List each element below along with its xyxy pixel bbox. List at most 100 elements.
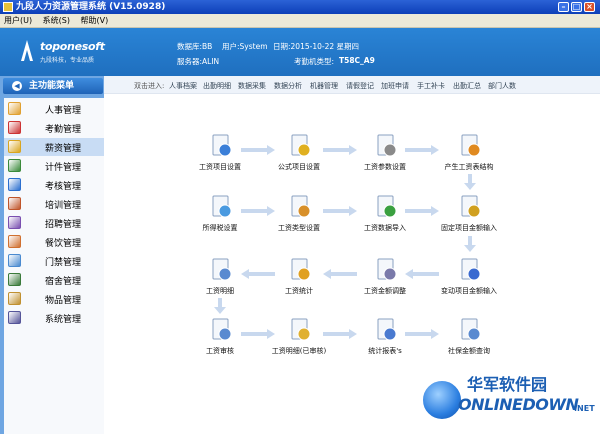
sidebar-item-1[interactable]: 人事管理 (4, 100, 104, 118)
report-search-icon (377, 318, 397, 341)
watermark: 华军软件园 ONLINEDOWN .NET (418, 367, 600, 434)
window-title: 九段人力资源管理系统 (V15.0928) (16, 2, 166, 12)
pencil-note-icon (291, 134, 311, 157)
flow-node-label: 公式项目设置 (278, 163, 320, 171)
flow-arrow-12 (214, 298, 226, 314)
flow-node-label: 工资类型设置 (278, 224, 320, 232)
sidebar-item-8[interactable]: 餐饮管理 (4, 233, 104, 251)
flow-arrow-2 (323, 145, 357, 155)
person-card-icon (291, 195, 311, 218)
flow-node-8[interactable]: 固定项目金额输入 (429, 194, 509, 238)
folder-search-icon (291, 318, 311, 341)
flow-node-label: 社保金额查询 (448, 347, 490, 355)
sidebar-item-label: 招聘管理 (45, 220, 82, 230)
sidebar-item-label: 餐饮管理 (45, 239, 82, 249)
flow-node-label: 工资参数设置 (364, 163, 406, 171)
flow-arrow-11 (405, 269, 439, 279)
flow-arrow-6 (323, 206, 357, 216)
flow-arrow-5 (241, 206, 275, 216)
sidebar-item-label: 宿舍管理 (45, 277, 82, 287)
goods-icon (8, 292, 21, 305)
flow-arrow-14 (323, 329, 357, 339)
app-icon (3, 2, 13, 12)
flow-node-label: 变动项目金额输入 (441, 287, 497, 295)
logo-slogan: 九段科技，专业品质 (40, 57, 95, 64)
sidebar-title: 主功能菜单 (29, 81, 75, 91)
training-icon (8, 197, 21, 210)
flow-node-7[interactable]: 工资数据导入 (345, 194, 425, 238)
people-icon (8, 102, 21, 115)
watermark-cn: 华军软件园 (467, 375, 548, 394)
abc-book-icon (212, 134, 232, 157)
flow-node-10[interactable]: 工资统计 (259, 257, 339, 301)
sidebar-item-label: 培训管理 (45, 201, 82, 211)
watermark-logo-icon (421, 379, 463, 421)
sidebar-header[interactable]: ◀ 主功能菜单 (3, 78, 103, 94)
watermark-en: ONLINEDOWN (458, 395, 579, 414)
sidebar-item-label: 薪资管理 (45, 144, 82, 154)
sidebar-item-label: 考核管理 (45, 182, 82, 192)
flow-arrow-10 (323, 269, 357, 279)
minimize-icon[interactable]: – (558, 2, 569, 12)
flow-node-9[interactable]: 工资明细 (180, 257, 260, 301)
sidebar-item-3[interactable]: 薪资管理 (4, 138, 104, 156)
flow-node-1[interactable]: 工资项目设置 (180, 133, 260, 177)
close-icon[interactable]: × (584, 2, 595, 12)
door-icon (8, 254, 21, 267)
menu-system[interactable]: 系统(S) (39, 14, 74, 28)
piece-icon (8, 159, 21, 172)
sidebar-item-label: 门禁管理 (45, 258, 82, 268)
maximize-icon[interactable]: □ (571, 2, 582, 12)
server-info: 服务器:ALIN (177, 57, 220, 66)
database-info: 数据库:BB (177, 42, 213, 51)
sidebar-item-9[interactable]: 门禁管理 (4, 252, 104, 270)
disc-import-icon (377, 195, 397, 218)
watermark-com: .NET (574, 404, 595, 413)
menu-user[interactable]: 用户(U) (0, 14, 36, 28)
device-type-label: 考勤机类型: (294, 57, 335, 66)
title-bar: 九段人力资源管理系统 (V15.0928) – □ × (0, 0, 600, 14)
sidebar-item-7[interactable]: 招聘管理 (4, 214, 104, 232)
sidebar: ◀ 主功能菜单 人事管理 考勤管理薪资管理计件管理考核管理培训管理招聘管理餐饮管理… (0, 76, 104, 434)
flow-node-14[interactable]: 工资明细(已审核) (259, 317, 339, 361)
money-icon (8, 140, 21, 153)
flow-node-label: 所得税设置 (202, 224, 238, 232)
flow-node-5[interactable]: 所得税设置 (180, 194, 260, 238)
recruit-icon (8, 216, 21, 229)
flow-node-3[interactable]: 工资参数设置 (345, 133, 425, 177)
flow-node-15[interactable]: 统计报表's (345, 317, 425, 361)
flow-arrow-1 (241, 145, 275, 155)
flow-arrow-8 (464, 236, 476, 252)
sidebar-item-4[interactable]: 计件管理 (4, 157, 104, 175)
flow-node-label: 工资金额调整 (364, 287, 406, 295)
flow-node-label: 工资明细(已审核) (271, 347, 327, 355)
magnifier-icon (461, 318, 481, 341)
sidebar-item-label: 物品管理 (45, 296, 82, 306)
sidebar-item-2[interactable]: 考勤管理 (4, 119, 104, 137)
sidebar-item-label: 计件管理 (45, 163, 82, 173)
flow-node-16[interactable]: 社保金额查询 (429, 317, 509, 361)
flow-node-12[interactable]: 变动项目金额输入 (429, 257, 509, 301)
flow-node-11[interactable]: 工资金额调整 (345, 257, 425, 301)
sidebar-item-5[interactable]: 考核管理 (4, 176, 104, 194)
sidebar-item-6[interactable]: 培训管理 (4, 195, 104, 213)
sidebar-item-12[interactable]: 系统管理 (4, 309, 104, 327)
flow-node-label: 产生工资表结构 (444, 163, 494, 171)
gears-icon (291, 258, 311, 281)
flow-node-13[interactable]: 工资审核 (180, 317, 260, 361)
flow-node-6[interactable]: 工资类型设置 (259, 194, 339, 238)
check-icon (8, 178, 21, 191)
flow-node-4[interactable]: 产生工资表结构 (429, 133, 509, 177)
system-icon (8, 311, 21, 324)
sidebar-item-10[interactable]: 宿舍管理 (4, 271, 104, 289)
dorm-icon (8, 273, 21, 286)
date-info: 日期:2015-10-22 星期四 (273, 42, 359, 51)
flow-node-2[interactable]: 公式项目设置 (259, 133, 339, 177)
flow-arrow-3 (405, 145, 439, 155)
flow-node-label: 工资明细 (206, 287, 234, 295)
chevron-left-icon: ◀ (12, 81, 22, 91)
sidebar-item-11[interactable]: 物品管理 (4, 290, 104, 308)
pen-doc-icon (461, 195, 481, 218)
flow-arrow-7 (405, 206, 439, 216)
menu-help[interactable]: 帮助(V) (77, 14, 113, 28)
